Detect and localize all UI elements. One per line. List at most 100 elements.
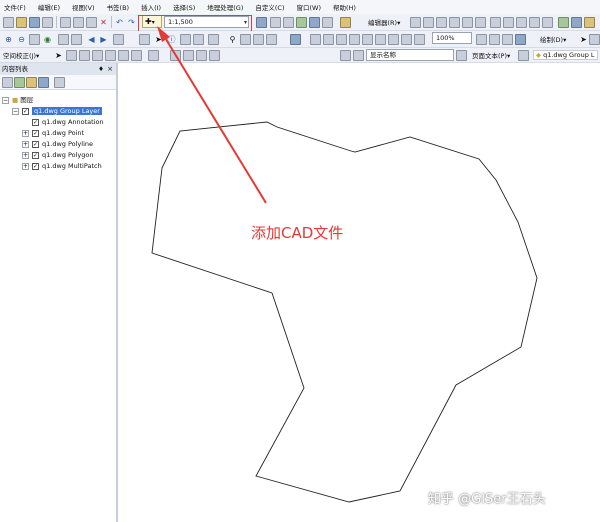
layer-label[interactable]: q1.dwg Point xyxy=(42,129,84,137)
change-layout-icon[interactable] xyxy=(502,34,513,45)
checkbox-checked-icon[interactable]: ✓ xyxy=(32,162,39,170)
checkbox-checked-icon[interactable]: ✓ xyxy=(32,151,39,159)
new-document-icon[interactable] xyxy=(3,17,14,28)
cut-icon[interactable] xyxy=(60,17,71,28)
checkbox-checked-icon[interactable]: ✓ xyxy=(32,118,39,126)
paste-icon[interactable] xyxy=(86,17,97,28)
table-of-contents-icon[interactable] xyxy=(270,17,281,28)
menu-windows[interactable]: 窗口(W) xyxy=(297,2,322,12)
zoom-percent-field[interactable]: 100% xyxy=(432,32,472,44)
new-limited-adjustment-icon[interactable] xyxy=(118,50,129,61)
hyperlink-icon[interactable] xyxy=(180,34,191,45)
layout-pan-icon[interactable] xyxy=(336,34,347,45)
spatial-adjustment-menu[interactable]: 空间校正(J)▾ xyxy=(3,50,39,60)
modify-link-icon[interactable] xyxy=(79,50,90,61)
chevron-down-icon[interactable]: ▾ xyxy=(244,18,247,28)
fixed-layout-zoom-out-icon[interactable] xyxy=(388,34,399,45)
cad-polygon-feature[interactable] xyxy=(151,121,538,503)
edit-vertices-icon[interactable] xyxy=(490,17,501,28)
cut-polygons-icon[interactable] xyxy=(516,17,527,28)
edit-tool-icon[interactable] xyxy=(410,17,421,28)
menu-geoprocessing[interactable]: 地理处理(G) xyxy=(207,2,243,12)
tree-group-layer[interactable]: − ✓ q1.dwg Group Layer xyxy=(12,106,102,117)
previous-extent-icon[interactable] xyxy=(401,34,412,45)
list-by-visibility-icon[interactable] xyxy=(26,77,37,88)
clear-limited-adjustment-icon[interactable] xyxy=(131,50,142,61)
zoom-out-icon[interactable]: ⊖ xyxy=(16,34,27,45)
expand-icon[interactable]: + xyxy=(22,140,29,148)
open-folder-icon[interactable] xyxy=(16,17,27,28)
go-to-xy-icon[interactable] xyxy=(240,34,251,45)
tree-layer-multipatch[interactable]: + ✓ q1.dwg MultiPatch xyxy=(22,161,102,172)
new-displacement-link-icon[interactable] xyxy=(66,50,77,61)
layer-label[interactable]: q1.dwg MultiPatch xyxy=(42,162,102,170)
fixed-layout-zoom-in-icon[interactable] xyxy=(375,34,386,45)
menu-selection[interactable]: 选择(S) xyxy=(173,2,195,12)
menu-help[interactable]: 帮助(H) xyxy=(333,2,356,12)
select-elements-icon[interactable]: ➤ xyxy=(153,34,164,45)
find-icon[interactable]: ⚲ xyxy=(227,34,238,45)
rotate-element-icon[interactable] xyxy=(589,34,600,45)
measure-icon[interactable] xyxy=(208,34,219,45)
menu-file[interactable]: 文件(F) xyxy=(4,2,26,12)
forward-icon[interactable]: ▶ xyxy=(98,34,109,45)
zoom-in-icon[interactable]: ⊕ xyxy=(3,34,14,45)
fixed-zoom-out-icon[interactable] xyxy=(71,34,82,45)
tree-layer-point[interactable]: + ✓ q1.dwg Point xyxy=(22,128,84,139)
menu-edit[interactable]: 编辑(E) xyxy=(38,2,60,12)
end-point-arc-icon[interactable] xyxy=(449,17,460,28)
layer-label[interactable]: q1.dwg Polygon xyxy=(42,151,94,159)
display-name-field[interactable]: 显示名称 xyxy=(366,49,454,61)
layer-tab[interactable]: ◆ q1.dwg Group L xyxy=(533,50,598,60)
list-by-drawing-order-icon[interactable] xyxy=(2,77,13,88)
html-popup-icon[interactable] xyxy=(193,34,204,45)
checkbox-checked-icon[interactable]: ✓ xyxy=(22,107,29,115)
editor-menu[interactable]: 编辑器(R)▾ xyxy=(368,17,400,27)
list-by-selection-icon[interactable] xyxy=(38,77,49,88)
collapse-icon[interactable]: − xyxy=(12,107,19,115)
map-display[interactable] xyxy=(120,63,600,522)
next-extent-icon[interactable] xyxy=(414,34,425,45)
layer-label[interactable]: q1.dwg Polyline xyxy=(42,140,93,148)
collapse-icon[interactable]: − xyxy=(2,96,9,104)
menu-insert[interactable]: 插入(I) xyxy=(141,2,161,12)
edit-annotation-icon[interactable] xyxy=(423,17,434,28)
fixed-zoom-in-icon[interactable] xyxy=(58,34,69,45)
create-features-icon[interactable] xyxy=(584,17,595,28)
draw-menu[interactable]: 绘制(D)▾ xyxy=(540,34,566,44)
arctoolbox-icon[interactable] xyxy=(309,17,320,28)
select-features-icon[interactable] xyxy=(113,34,124,45)
delete-icon[interactable]: ✕ xyxy=(98,17,109,28)
attributes-icon[interactable] xyxy=(558,17,569,28)
open-time-slider-icon[interactable] xyxy=(253,34,264,45)
menu-customize[interactable]: 自定义(C) xyxy=(255,2,284,12)
tree-layer-polyline[interactable]: + ✓ q1.dwg Polyline xyxy=(22,139,93,150)
redo-icon[interactable]: ↷ xyxy=(126,17,137,28)
pin-icon[interactable]: ♦ xyxy=(98,63,104,75)
print-icon[interactable] xyxy=(42,17,53,28)
create-viewer-icon[interactable] xyxy=(266,34,277,45)
clear-selection-icon[interactable] xyxy=(139,34,150,45)
expand-icon[interactable]: + xyxy=(22,129,29,137)
new-identity-link-icon[interactable] xyxy=(105,50,116,61)
reshape-icon[interactable] xyxy=(503,17,514,28)
checkbox-checked-icon[interactable]: ✓ xyxy=(32,140,39,148)
first-page-icon[interactable] xyxy=(353,50,364,61)
data-driven-pages-icon[interactable] xyxy=(515,34,526,45)
zoom-whole-page-icon[interactable] xyxy=(349,34,360,45)
full-extent-icon[interactable]: ◉ xyxy=(42,34,53,45)
menu-bookmarks[interactable]: 书签(B) xyxy=(107,2,130,12)
sketch-properties-icon[interactable] xyxy=(571,17,582,28)
layer-label[interactable]: q1.dwg Annotation xyxy=(42,118,104,126)
catalog-icon[interactable] xyxy=(283,17,294,28)
layout-icon[interactable] xyxy=(290,34,301,45)
toggle-draft-mode-icon[interactable] xyxy=(476,34,487,45)
tree-layer-polygon[interactable]: + ✓ q1.dwg Polygon xyxy=(22,150,94,161)
save-icon[interactable] xyxy=(29,17,40,28)
group-layer-label[interactable]: q1.dwg Group Layer xyxy=(32,107,102,115)
view-link-table-icon[interactable] xyxy=(148,50,159,61)
menu-view[interactable]: 视图(V) xyxy=(72,2,95,12)
next-page-icon[interactable] xyxy=(456,50,467,61)
pan-icon[interactable] xyxy=(29,34,40,45)
straight-segment-icon[interactable] xyxy=(436,17,447,28)
